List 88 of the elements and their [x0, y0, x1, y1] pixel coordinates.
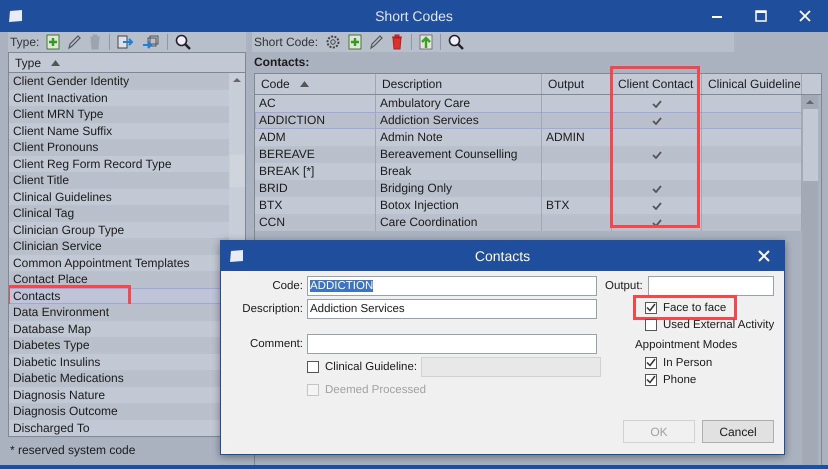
table-cell: Admin Note — [380, 130, 443, 144]
app-icon — [229, 249, 245, 263]
table-cell: Addiction Services — [380, 113, 479, 127]
table-cell: Care Coordination — [380, 215, 478, 229]
delete-icon[interactable] — [390, 34, 404, 50]
grid-row[interactable]: BTX Botox Injection BTX — [255, 197, 802, 214]
grid-row[interactable]: CCN Care Coordination — [255, 214, 802, 231]
toolbar-label: Short Code: — [254, 35, 318, 49]
toolbar-label: Type: — [10, 35, 40, 49]
table-cell: Break — [380, 164, 412, 178]
section-title: Appointment Modes — [635, 338, 738, 353]
table-cell: BTX — [546, 198, 570, 212]
grid-row[interactable]: AC Ambulatory Care — [255, 95, 802, 112]
footnote: * reserved system code — [9, 442, 136, 459]
close-icon[interactable] — [758, 250, 770, 262]
comment-field[interactable] — [307, 334, 597, 354]
type-list-item[interactable]: Clinical Tag — [9, 205, 229, 222]
column-header[interactable]: Clinical Guideline — [702, 74, 802, 94]
close-icon[interactable] — [798, 9, 812, 23]
scrollbar[interactable] — [802, 95, 818, 465]
grid-row[interactable]: ADM Admin Note ADMIN — [255, 129, 802, 146]
dialog-title: Contacts — [474, 248, 532, 264]
checkbox-label: Deemed Processed — [325, 384, 426, 396]
table-cell: BRID — [259, 181, 288, 195]
cancel-button[interactable]: Cancel — [702, 420, 774, 443]
checkbox-label: In Person — [663, 356, 712, 368]
grid-row[interactable]: BREAK [*] Break — [255, 163, 802, 180]
table-cell: BEREAVE — [259, 147, 315, 161]
grid-row[interactable]: BRID Bridging Only — [255, 180, 802, 197]
field-label: Code: — [271, 280, 304, 292]
table-cell: BTX — [259, 198, 282, 212]
checkbox[interactable] — [645, 302, 657, 314]
clinical-guideline-field[interactable] — [421, 356, 601, 376]
type-list-item[interactable]: Client Pronouns — [9, 139, 229, 156]
type-list-item[interactable]: Client MRN Type — [9, 106, 229, 122]
upload-icon[interactable] — [419, 34, 434, 50]
column-header[interactable]: Output — [542, 74, 612, 94]
maximize-icon[interactable] — [754, 9, 768, 23]
table-cell: Bridging Only — [380, 181, 452, 195]
description-field[interactable]: Addiction Services — [307, 298, 597, 318]
table-cell: ADDICTION — [259, 113, 325, 127]
edit-icon[interactable] — [67, 34, 82, 50]
type-list-item[interactable]: Clinician Service — [9, 238, 229, 254]
table-cell: Ambulatory Care — [380, 96, 470, 110]
add-icon[interactable] — [46, 34, 60, 50]
checkbox[interactable] — [307, 360, 319, 372]
checkbox-label: Used External Activity — [663, 318, 774, 330]
table-cell: ADMIN — [546, 130, 585, 144]
export-icon[interactable] — [117, 34, 136, 50]
settings-icon[interactable] — [325, 34, 342, 50]
checkbox-label: Face to face — [663, 302, 726, 314]
table-cell: CCN — [259, 215, 285, 229]
sort-ascending-icon — [51, 60, 60, 66]
type-list-item[interactable]: Client Title — [9, 172, 229, 188]
table-cell: AC — [259, 96, 276, 110]
table-cell: Botox Injection — [380, 198, 459, 212]
app-icon — [8, 9, 24, 23]
add-icon[interactable] — [348, 34, 362, 50]
grid-row[interactable]: ADDICTION Addiction Services — [255, 112, 802, 129]
table-cell: Bereavement Counselling — [380, 147, 518, 161]
search-icon[interactable] — [448, 34, 464, 50]
search-icon[interactable] — [175, 34, 192, 50]
checkbox[interactable] — [645, 318, 657, 330]
type-list-item[interactable]: Client Reg Form Record Type — [9, 156, 229, 172]
grid-title: Contacts: — [253, 54, 310, 71]
checkbox-label: Phone — [663, 374, 696, 386]
checkbox-label: Clinical Guideline: — [325, 360, 418, 372]
code-field[interactable]: ADDICTION — [307, 276, 597, 296]
table-cell: BREAK [*] — [259, 164, 314, 178]
scrollbar-thumb[interactable] — [230, 155, 244, 187]
column-header[interactable]: Code — [255, 74, 376, 94]
field-label: Description: — [241, 302, 304, 314]
window-title: Short Codes — [374, 8, 454, 24]
grid-row[interactable]: BEREAVE Bereavement Counselling — [255, 146, 802, 163]
type-list-item[interactable]: Client Gender Identity — [9, 73, 229, 90]
checkbox[interactable] — [645, 356, 657, 368]
table-cell: ADM — [259, 130, 286, 144]
checkbox[interactable] — [645, 374, 657, 386]
scrollbar-thumb[interactable] — [802, 109, 818, 181]
column-header[interactable]: Client Contact — [612, 74, 702, 94]
edit-icon[interactable] — [369, 34, 384, 50]
import-icon[interactable] — [142, 34, 160, 50]
field-label: Comment: — [248, 338, 304, 350]
column-header[interactable]: Description — [376, 74, 542, 94]
type-list-item[interactable]: Clinician Group Type — [9, 222, 229, 238]
sort-ascending-icon — [300, 81, 309, 87]
field-label: Output: — [605, 280, 644, 292]
output-field[interactable] — [648, 276, 774, 296]
